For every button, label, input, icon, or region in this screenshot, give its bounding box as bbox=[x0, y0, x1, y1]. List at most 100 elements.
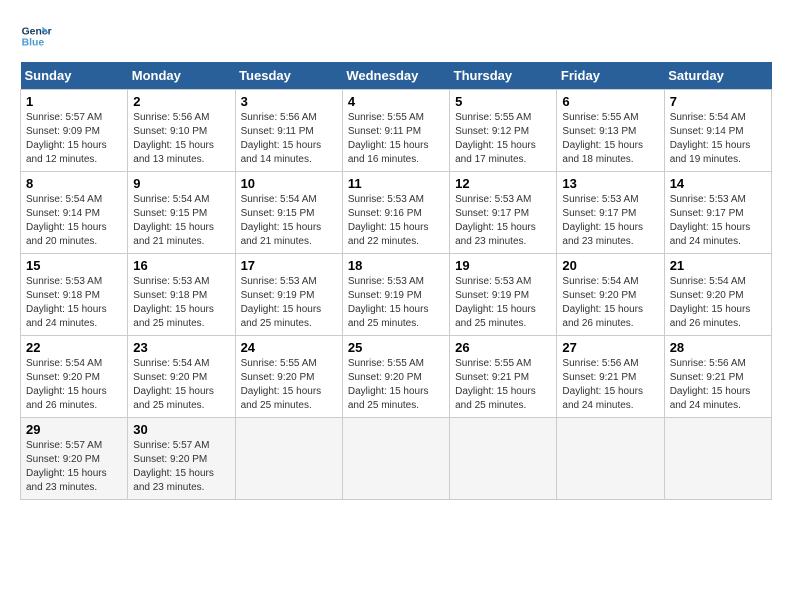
day-number: 20 bbox=[562, 258, 658, 273]
day-info: Sunrise: 5:55 AM Sunset: 9:20 PM Dayligh… bbox=[348, 357, 444, 413]
day-info: Sunrise: 5:54 AM Sunset: 9:20 PM Dayligh… bbox=[562, 275, 658, 331]
day-cell: 14 Sunrise: 5:53 AM Sunset: 9:17 PM Dayli… bbox=[664, 172, 771, 254]
day-info: Sunrise: 5:53 AM Sunset: 9:19 PM Dayligh… bbox=[348, 275, 444, 331]
day-cell: 19 Sunrise: 5:53 AM Sunset: 9:19 PM Dayli… bbox=[450, 254, 557, 336]
day-info: Sunrise: 5:54 AM Sunset: 9:15 PM Dayligh… bbox=[241, 193, 337, 249]
week-row-1: 1 Sunrise: 5:57 AM Sunset: 9:09 PM Daylig… bbox=[21, 90, 772, 172]
day-cell: 8 Sunrise: 5:54 AM Sunset: 9:14 PM Daylig… bbox=[21, 172, 128, 254]
day-header-wednesday: Wednesday bbox=[342, 62, 449, 90]
day-header-tuesday: Tuesday bbox=[235, 62, 342, 90]
day-info: Sunrise: 5:55 AM Sunset: 9:20 PM Dayligh… bbox=[241, 357, 337, 413]
day-number: 3 bbox=[241, 94, 337, 109]
day-number: 23 bbox=[133, 340, 229, 355]
day-number: 19 bbox=[455, 258, 551, 273]
day-number: 21 bbox=[670, 258, 766, 273]
week-row-2: 8 Sunrise: 5:54 AM Sunset: 9:14 PM Daylig… bbox=[21, 172, 772, 254]
day-cell: 18 Sunrise: 5:53 AM Sunset: 9:19 PM Dayli… bbox=[342, 254, 449, 336]
day-info: Sunrise: 5:53 AM Sunset: 9:18 PM Dayligh… bbox=[26, 275, 122, 331]
day-number: 4 bbox=[348, 94, 444, 109]
day-number: 9 bbox=[133, 176, 229, 191]
header: General Blue bbox=[20, 20, 772, 52]
day-number: 17 bbox=[241, 258, 337, 273]
day-info: Sunrise: 5:56 AM Sunset: 9:21 PM Dayligh… bbox=[562, 357, 658, 413]
svg-text:Blue: Blue bbox=[22, 38, 45, 49]
day-cell: 16Sunrise: 5:53 AM Sunset: 9:18 PM Dayli… bbox=[128, 254, 235, 336]
day-number: 26 bbox=[455, 340, 551, 355]
logo-icon: General Blue bbox=[20, 20, 52, 52]
day-cell: 13 Sunrise: 5:53 AM Sunset: 9:17 PM Dayli… bbox=[557, 172, 664, 254]
day-number: 28 bbox=[670, 340, 766, 355]
day-cell: 4Sunrise: 5:55 AM Sunset: 9:11 PM Daylig… bbox=[342, 90, 449, 172]
day-info: Sunrise: 5:57 AM Sunset: 9:20 PM Dayligh… bbox=[133, 439, 229, 495]
day-info: Sunrise: 5:57 AM Sunset: 9:20 PM Dayligh… bbox=[26, 439, 122, 495]
day-number: 30 bbox=[133, 422, 229, 437]
day-cell: 3 Sunrise: 5:56 AM Sunset: 9:11 PM Daylig… bbox=[235, 90, 342, 172]
day-number: 10 bbox=[241, 176, 337, 191]
day-cell: 2 Sunrise: 5:56 AM Sunset: 9:10 PM Daylig… bbox=[128, 90, 235, 172]
day-info: Sunrise: 5:56 AM Sunset: 9:10 PM Dayligh… bbox=[133, 111, 229, 167]
week-row-4: 22 Sunrise: 5:54 AM Sunset: 9:20 PM Dayli… bbox=[21, 336, 772, 418]
day-header-saturday: Saturday bbox=[664, 62, 771, 90]
day-cell: 20 Sunrise: 5:54 AM Sunset: 9:20 PM Dayli… bbox=[557, 254, 664, 336]
day-number: 2 bbox=[133, 94, 229, 109]
week-row-3: 15Sunrise: 5:53 AM Sunset: 9:18 PM Dayli… bbox=[21, 254, 772, 336]
day-number: 16 bbox=[133, 258, 229, 273]
day-number: 6 bbox=[562, 94, 658, 109]
day-number: 25 bbox=[348, 340, 444, 355]
calendar-table: SundayMondayTuesdayWednesdayThursdayFrid… bbox=[20, 62, 772, 500]
day-cell: 11 Sunrise: 5:53 AM Sunset: 9:16 PM Dayli… bbox=[342, 172, 449, 254]
day-number: 27 bbox=[562, 340, 658, 355]
day-number: 29 bbox=[26, 422, 122, 437]
day-cell: 9Sunrise: 5:54 AM Sunset: 9:15 PM Daylig… bbox=[128, 172, 235, 254]
day-cell: 22Sunrise: 5:54 AM Sunset: 9:20 PM Dayli… bbox=[21, 336, 128, 418]
day-info: Sunrise: 5:54 AM Sunset: 9:20 PM Dayligh… bbox=[670, 275, 766, 331]
day-header-friday: Friday bbox=[557, 62, 664, 90]
day-number: 11 bbox=[348, 176, 444, 191]
day-header-monday: Monday bbox=[128, 62, 235, 90]
day-cell: 17 Sunrise: 5:53 AM Sunset: 9:19 PM Dayli… bbox=[235, 254, 342, 336]
day-info: Sunrise: 5:54 AM Sunset: 9:14 PM Dayligh… bbox=[26, 193, 122, 249]
day-cell: 29 Sunrise: 5:57 AM Sunset: 9:20 PM Dayli… bbox=[21, 418, 128, 500]
day-header-thursday: Thursday bbox=[450, 62, 557, 90]
day-number: 7 bbox=[670, 94, 766, 109]
day-info: Sunrise: 5:57 AM Sunset: 9:09 PM Dayligh… bbox=[26, 111, 122, 167]
day-cell: 25 Sunrise: 5:55 AM Sunset: 9:20 PM Dayli… bbox=[342, 336, 449, 418]
day-info: Sunrise: 5:56 AM Sunset: 9:11 PM Dayligh… bbox=[241, 111, 337, 167]
day-number: 8 bbox=[26, 176, 122, 191]
day-info: Sunrise: 5:56 AM Sunset: 9:21 PM Dayligh… bbox=[670, 357, 766, 413]
day-info: Sunrise: 5:53 AM Sunset: 9:17 PM Dayligh… bbox=[670, 193, 766, 249]
day-info: Sunrise: 5:53 AM Sunset: 9:19 PM Dayligh… bbox=[455, 275, 551, 331]
day-number: 18 bbox=[348, 258, 444, 273]
day-info: Sunrise: 5:53 AM Sunset: 9:16 PM Dayligh… bbox=[348, 193, 444, 249]
day-number: 13 bbox=[562, 176, 658, 191]
day-info: Sunrise: 5:54 AM Sunset: 9:14 PM Dayligh… bbox=[670, 111, 766, 167]
day-info: Sunrise: 5:55 AM Sunset: 9:21 PM Dayligh… bbox=[455, 357, 551, 413]
day-cell: 27 Sunrise: 5:56 AM Sunset: 9:21 PM Dayli… bbox=[557, 336, 664, 418]
day-number: 22 bbox=[26, 340, 122, 355]
day-cell bbox=[235, 418, 342, 500]
day-cell: 26 Sunrise: 5:55 AM Sunset: 9:21 PM Dayli… bbox=[450, 336, 557, 418]
day-cell: 21 Sunrise: 5:54 AM Sunset: 9:20 PM Dayli… bbox=[664, 254, 771, 336]
day-cell: 10 Sunrise: 5:54 AM Sunset: 9:15 PM Dayli… bbox=[235, 172, 342, 254]
day-cell: 6 Sunrise: 5:55 AM Sunset: 9:13 PM Daylig… bbox=[557, 90, 664, 172]
day-info: Sunrise: 5:53 AM Sunset: 9:17 PM Dayligh… bbox=[562, 193, 658, 249]
day-cell bbox=[450, 418, 557, 500]
day-number: 1 bbox=[26, 94, 122, 109]
day-header-sunday: Sunday bbox=[21, 62, 128, 90]
day-cell: 24Sunrise: 5:55 AM Sunset: 9:20 PM Dayli… bbox=[235, 336, 342, 418]
day-cell: 1 Sunrise: 5:57 AM Sunset: 9:09 PM Daylig… bbox=[21, 90, 128, 172]
day-info: Sunrise: 5:55 AM Sunset: 9:13 PM Dayligh… bbox=[562, 111, 658, 167]
logo: General Blue bbox=[20, 20, 56, 52]
day-number: 14 bbox=[670, 176, 766, 191]
day-info: Sunrise: 5:54 AM Sunset: 9:20 PM Dayligh… bbox=[133, 357, 229, 413]
day-cell bbox=[342, 418, 449, 500]
day-info: Sunrise: 5:55 AM Sunset: 9:12 PM Dayligh… bbox=[455, 111, 551, 167]
day-cell bbox=[664, 418, 771, 500]
day-cell bbox=[557, 418, 664, 500]
day-cell: 12Sunrise: 5:53 AM Sunset: 9:17 PM Dayli… bbox=[450, 172, 557, 254]
day-cell: 5Sunrise: 5:55 AM Sunset: 9:12 PM Daylig… bbox=[450, 90, 557, 172]
day-cell: 30 Sunrise: 5:57 AM Sunset: 9:20 PM Dayli… bbox=[128, 418, 235, 500]
day-info: Sunrise: 5:53 AM Sunset: 9:17 PM Dayligh… bbox=[455, 193, 551, 249]
day-info: Sunrise: 5:53 AM Sunset: 9:19 PM Dayligh… bbox=[241, 275, 337, 331]
day-header-row: SundayMondayTuesdayWednesdayThursdayFrid… bbox=[21, 62, 772, 90]
